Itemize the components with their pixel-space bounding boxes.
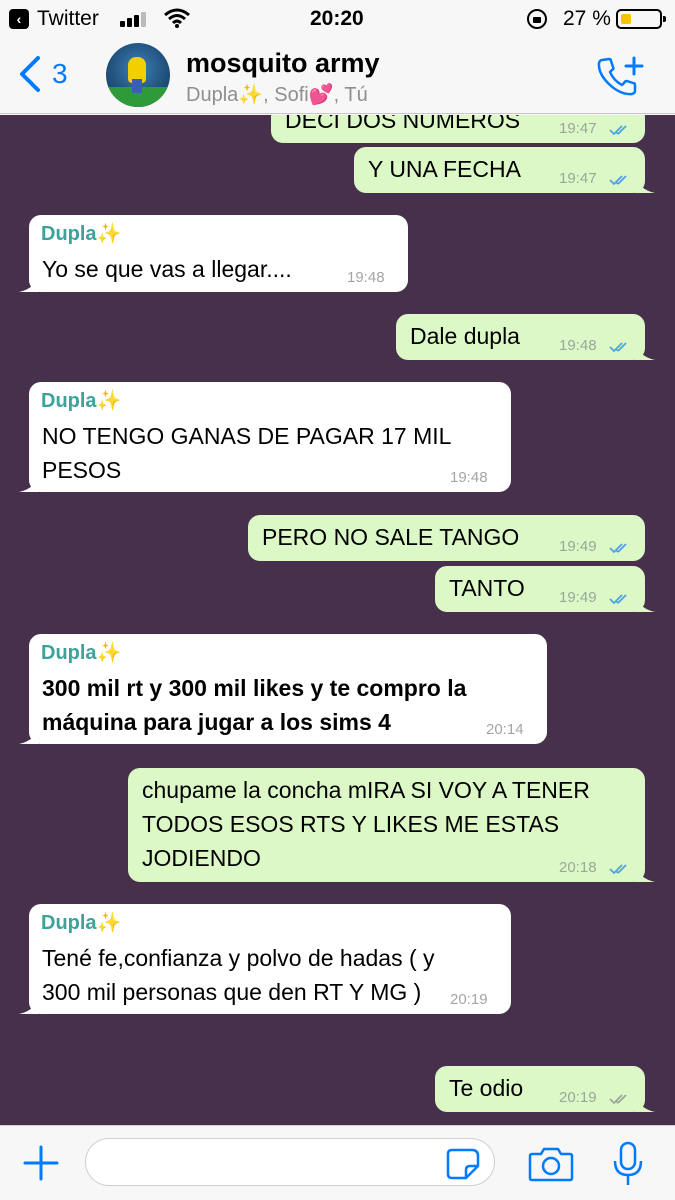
message-time: 20:19 xyxy=(450,991,488,1008)
chat-area[interactable]: DECÍ DOS NÚMEROS 19:47 Y UNA FECHA 19:47… xyxy=(0,115,675,1125)
bubble-tail xyxy=(635,340,655,360)
bubble-tail xyxy=(635,1092,655,1112)
message-text: chupame la concha mIRA SI VOY A TENER TO… xyxy=(142,777,590,871)
group-name[interactable]: mosquito army xyxy=(186,48,380,79)
read-ticks-icon xyxy=(609,175,627,186)
read-ticks-icon xyxy=(609,864,627,875)
sender-name: Dupla✨ xyxy=(41,223,122,245)
message-time: 19:48 xyxy=(450,469,488,486)
message-text: TANTO xyxy=(449,575,525,601)
message-bubble-outgoing[interactable]: PERO NO SALE TANGO 19:49 xyxy=(248,515,645,561)
bubble-tail xyxy=(635,592,655,612)
status-time: 20:20 xyxy=(310,7,364,30)
message-time: 19:49 xyxy=(559,538,597,555)
battery-percent: 27 % xyxy=(563,7,611,30)
wifi-icon xyxy=(164,8,190,28)
input-bar xyxy=(0,1125,675,1200)
phone-add-icon[interactable] xyxy=(596,54,646,96)
message-bubble-outgoing[interactable]: TANTO 19:49 xyxy=(435,566,655,612)
bubble-tail xyxy=(19,994,39,1014)
message-text: 300 mil rt y 300 mil likes y te compro l… xyxy=(42,675,467,735)
message-time: 19:47 xyxy=(559,120,597,137)
signal-icon xyxy=(120,11,152,27)
message-time: 20:14 xyxy=(486,721,524,738)
unread-count: 3 xyxy=(52,58,68,89)
sender-name: Dupla✨ xyxy=(41,390,122,412)
group-avatar[interactable] xyxy=(106,43,170,107)
bubble-tail xyxy=(635,862,655,882)
message-time: 19:48 xyxy=(347,269,385,286)
message-bubble-outgoing[interactable]: Te odio 20:19 xyxy=(435,1066,655,1112)
plus-icon[interactable] xyxy=(22,1144,60,1182)
read-ticks-icon xyxy=(609,342,627,353)
message-text: Yo se que vas a llegar.... xyxy=(42,256,292,282)
message-time: 19:48 xyxy=(559,337,597,354)
message-bubble-outgoing[interactable]: chupame la concha mIRA SI VOY A TENER TO… xyxy=(128,768,655,882)
sender-name: Dupla✨ xyxy=(41,912,122,934)
message-bubble-incoming[interactable]: Dupla✨ Tené fe,confianza y polvo de hada… xyxy=(19,904,511,1014)
back-app-label[interactable]: Twitter xyxy=(37,7,99,31)
read-ticks-icon xyxy=(609,594,627,605)
message-bubble-outgoing[interactable]: Dale dupla 19:48 xyxy=(396,314,655,360)
back-to-app-icon[interactable]: ‹ xyxy=(9,9,29,29)
message-text: Dale dupla xyxy=(410,323,520,349)
message-text: DECÍ DOS NÚMEROS xyxy=(285,115,521,133)
bubble-tail xyxy=(19,472,39,492)
message-bubble-incoming[interactable]: Dupla✨ 300 mil rt y 300 mil likes y te c… xyxy=(19,634,547,744)
status-bar: ‹ Twitter 20:20 27 % xyxy=(0,0,675,38)
bubble-tail xyxy=(19,724,39,744)
chat-header: 3 mosquito army Dupla✨, Sofi💕, Tú xyxy=(0,38,675,114)
message-text: Te odio xyxy=(449,1075,524,1101)
microphone-icon[interactable] xyxy=(612,1141,644,1187)
sender-name: Dupla✨ xyxy=(41,642,122,664)
group-members[interactable]: Dupla✨, Sofi💕, Tú xyxy=(186,82,368,107)
read-ticks-icon xyxy=(609,543,627,554)
message-text: Y UNA FECHA xyxy=(368,156,521,182)
message-bubble-outgoing[interactable]: Y UNA FECHA 19:47 xyxy=(354,147,655,193)
read-ticks-icon xyxy=(609,125,627,136)
message-text: PERO NO SALE TANGO xyxy=(262,524,520,550)
chevron-left-icon xyxy=(20,56,40,92)
message-bubble-incoming[interactable]: Dupla✨ Yo se que vas a llegar.... 19:48 xyxy=(19,215,408,292)
sticker-icon[interactable] xyxy=(446,1148,480,1180)
message-time: 20:19 xyxy=(559,1089,597,1106)
rotation-lock-icon xyxy=(527,9,547,29)
bubble-tail xyxy=(19,272,39,292)
bubble-tail xyxy=(635,173,655,193)
message-text: Tené fe,confianza y polvo de hadas ( y 3… xyxy=(42,945,435,1005)
delivered-ticks-icon xyxy=(609,1094,627,1105)
message-bubble-outgoing[interactable]: DECÍ DOS NÚMEROS 19:47 xyxy=(271,115,645,143)
message-text: NO TENGO GANAS DE PAGAR 17 MIL PESOS xyxy=(42,423,452,483)
battery-icon xyxy=(616,9,666,29)
message-time: 19:49 xyxy=(559,589,597,606)
message-time: 19:47 xyxy=(559,170,597,187)
camera-icon[interactable] xyxy=(528,1146,574,1182)
message-time: 20:18 xyxy=(559,859,597,876)
message-bubble-incoming[interactable]: Dupla✨ NO TENGO GANAS DE PAGAR 17 MIL PE… xyxy=(19,382,511,492)
back-button[interactable]: 3 xyxy=(12,54,82,94)
message-input[interactable] xyxy=(85,1138,495,1186)
